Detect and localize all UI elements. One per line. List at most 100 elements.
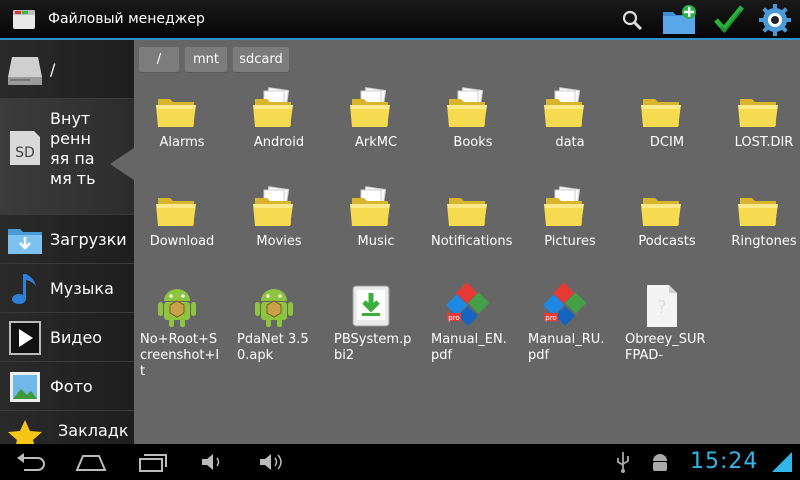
folder-icon [738, 99, 778, 127]
volume-down-icon[interactable] [196, 450, 230, 474]
app-title: Файловый менеджер [48, 11, 205, 27]
file-name: PBSystem.pbi2 [334, 332, 412, 363]
home-icon[interactable] [74, 450, 108, 474]
drive-icon [8, 57, 42, 85]
sd-card-icon: SD [10, 131, 40, 165]
file-name: Obreey_SURFPAD- [625, 332, 706, 363]
file-item[interactable]: Android [237, 86, 327, 176]
search-icon[interactable] [616, 3, 650, 37]
folder-icon [447, 198, 487, 226]
file-name: Pictures [544, 234, 596, 249]
file-name: Manual_RU.pdf [528, 332, 605, 363]
file-name: LOST.DIR [734, 135, 794, 150]
usb-icon [617, 452, 629, 473]
file-item[interactable]: Alarms [140, 86, 230, 176]
file-name: Download [149, 234, 215, 249]
file-name: No+Root+Screenshot+It [140, 332, 220, 379]
svg-text:pro: pro [448, 314, 459, 322]
file-item[interactable]: ArkMC [334, 86, 424, 176]
sidebar-item-label: / [50, 60, 56, 79]
recent-apps-icon[interactable] [136, 450, 170, 474]
breadcrumb-mnt[interactable]: mnt [185, 47, 227, 73]
file-item[interactable]: pro Manual_RU.pdf [528, 283, 618, 373]
file-name: data [555, 135, 585, 150]
file-item[interactable]: Download [140, 185, 230, 275]
sidebar: / SD Внут ренн яя памя ть Загрузки Музык… [0, 40, 134, 444]
pdf-document-icon: pro [543, 283, 587, 326]
folder-icon [156, 198, 196, 226]
file-browser: / mnt sdcard Alarms Android ArkMC Books data… [134, 40, 800, 444]
volume-up-icon[interactable] [254, 450, 288, 474]
file-item[interactable]: Ringtones [722, 185, 800, 275]
file-item[interactable]: Podcasts [625, 185, 715, 275]
file-name: Movies [256, 234, 302, 249]
svg-text:pro: pro [545, 314, 556, 322]
star-icon [8, 420, 42, 444]
android-apk-icon [255, 289, 293, 327]
sidebar-item-label: Музыка [50, 279, 114, 298]
folder-icon [350, 87, 390, 127]
folder-icon [156, 99, 196, 127]
status-clock: 15:24 [690, 449, 759, 474]
file-name: Music [357, 234, 395, 249]
sidebar-item-label: Загрузки [50, 230, 127, 249]
system-nav-bar [0, 444, 800, 480]
wifi-signal-icon [772, 452, 792, 472]
svg-text:SD: SD [15, 145, 35, 161]
file-item[interactable]: LOST.DIR [722, 86, 800, 176]
svg-text:?: ? [657, 297, 667, 318]
file-item[interactable]: Movies [237, 185, 327, 275]
file-item[interactable]: PdaNet 3.50.apk [237, 283, 327, 373]
video-play-icon [9, 321, 41, 355]
file-name: Books [453, 135, 493, 150]
breadcrumb-sdcard[interactable]: sdcard [233, 47, 289, 73]
folder-icon [738, 198, 778, 226]
folder-icon [350, 186, 390, 226]
file-item[interactable]: pro Manual_EN.pdf [431, 283, 521, 373]
unknown-file-icon: ? [647, 285, 677, 327]
file-name: Notifications [431, 234, 513, 249]
file-name: Android [253, 135, 305, 150]
file-item[interactable]: Music [334, 185, 424, 275]
file-name: Manual_EN.pdf [431, 332, 507, 363]
checkmark-icon[interactable] [712, 3, 746, 37]
folder-icon [641, 99, 681, 127]
new-folder-icon[interactable] [660, 3, 700, 37]
file-name: Alarms [159, 135, 205, 150]
file-name: PdaNet 3.50.apk [237, 332, 309, 363]
folder-icon [544, 186, 584, 226]
file-name: Ringtones [731, 234, 797, 249]
action-bar: Файловый менеджер [0, 0, 800, 40]
android-apk-icon [158, 289, 196, 327]
selection-arrow [110, 148, 134, 180]
sidebar-item-music[interactable]: Музыка [0, 264, 134, 313]
sidebar-item-video[interactable]: Видео [0, 313, 134, 362]
sidebar-item-bookmarks[interactable]: Закладк [0, 411, 134, 444]
file-item[interactable]: No+Root+Screenshot+It [140, 283, 230, 379]
sidebar-item-label: Видео [50, 328, 103, 347]
sidebar-item-label: Закладк [58, 421, 129, 440]
file-item[interactable]: Books [431, 86, 521, 176]
sidebar-item-photos[interactable]: Фото [0, 362, 134, 411]
gear-icon[interactable] [758, 3, 792, 37]
folder-icon [447, 87, 487, 127]
file-item[interactable]: Pictures [528, 185, 618, 275]
sidebar-item-label: Внут ренн яя памя ть [50, 109, 96, 188]
folder-icon [253, 186, 293, 226]
file-name: Podcasts [638, 234, 696, 249]
breadcrumb-root[interactable]: / [139, 47, 179, 73]
sidebar-item-root[interactable]: / [0, 40, 134, 99]
sidebar-item-downloads[interactable]: Загрузки [0, 215, 134, 264]
folder-icon [641, 198, 681, 226]
file-manager-icon [13, 10, 35, 29]
music-note-icon [12, 274, 36, 304]
file-item[interactable]: DCIM [625, 86, 715, 176]
file-item[interactable]: ? Obreey_SURFPAD- [625, 283, 715, 373]
folder-icon [544, 87, 584, 127]
photo-icon [10, 372, 40, 402]
file-item[interactable]: data [528, 86, 618, 176]
file-item[interactable]: Notifications [431, 185, 521, 275]
pdf-document-icon: pro [446, 283, 490, 326]
back-icon[interactable] [14, 450, 48, 474]
file-item[interactable]: PBSystem.pbi2 [334, 283, 424, 373]
